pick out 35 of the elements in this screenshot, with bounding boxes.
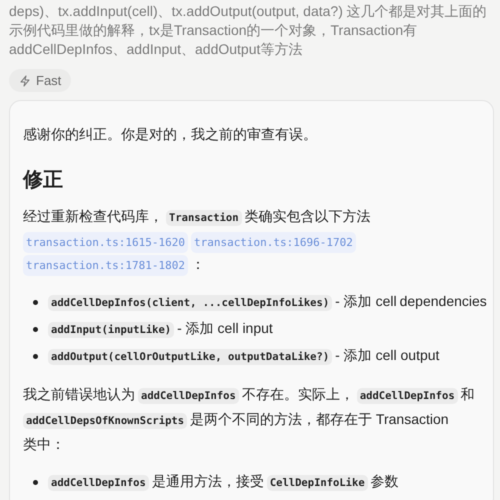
text: 经过重新检查代码库， [23, 208, 163, 224]
text: - 添加 cell [335, 293, 397, 309]
inline-code: Transaction [166, 210, 242, 226]
bullet [33, 480, 38, 485]
inline-code: addInput(inputLike) [48, 322, 174, 338]
text: 感谢你的纠正。你是对的，我之前的审查有误。 [23, 126, 317, 142]
section-heading: 修正 [23, 168, 64, 193]
text: ： [190, 256, 205, 272]
text: 和 [460, 386, 475, 402]
bullet [33, 354, 38, 359]
file-link[interactable]: transaction.ts:1615-1620 [23, 232, 188, 253]
text: 类中： [23, 436, 65, 452]
inline-code: addOutput(cellOrOutputLike, outputDataLike?) [48, 349, 332, 365]
text: 是两个不同的方法，都存在于 Transaction [190, 411, 449, 427]
text: dependencies [400, 293, 487, 309]
file-link[interactable]: transaction.ts:1696-1702 [190, 232, 356, 253]
lightning-icon [19, 74, 31, 86]
text: 是通用方法，接受 [152, 473, 264, 489]
text: 参数 [370, 473, 399, 489]
text: 类确实包含以下方法 [244, 208, 371, 224]
model-badge[interactable]: Fast [9, 69, 72, 92]
inline-code: CellDepInfoLike [266, 475, 368, 491]
inline-code: addCellDepsOfKnownScripts [23, 413, 188, 429]
text: 我之前错误地认为 [23, 386, 135, 402]
file-link[interactable]: transaction.ts:1781-1802 [23, 255, 188, 276]
text: - 添加 cell output [335, 347, 440, 363]
bullet [33, 327, 38, 332]
user-message: deps)、tx.addInput(cell)、tx.addOutput(output, data?) 这几个都是对其上面的示例代码里做的解释，tx是Transaction的一个对象，Transaction有addCellDepInfos、addInput、addOutput等方法 [9, 2, 488, 59]
inline-code: addCellDepInfos(client, ...cellDepInfoLikes) [48, 295, 332, 311]
text: - 添加 cell input [177, 320, 273, 336]
bullet [33, 300, 38, 305]
text: 不存在。实际上， [242, 386, 354, 402]
inline-code: addCellDepInfos [356, 388, 458, 404]
inline-code: addCellDepInfos [48, 475, 149, 491]
inline-code: addCellDepInfos [138, 388, 239, 404]
